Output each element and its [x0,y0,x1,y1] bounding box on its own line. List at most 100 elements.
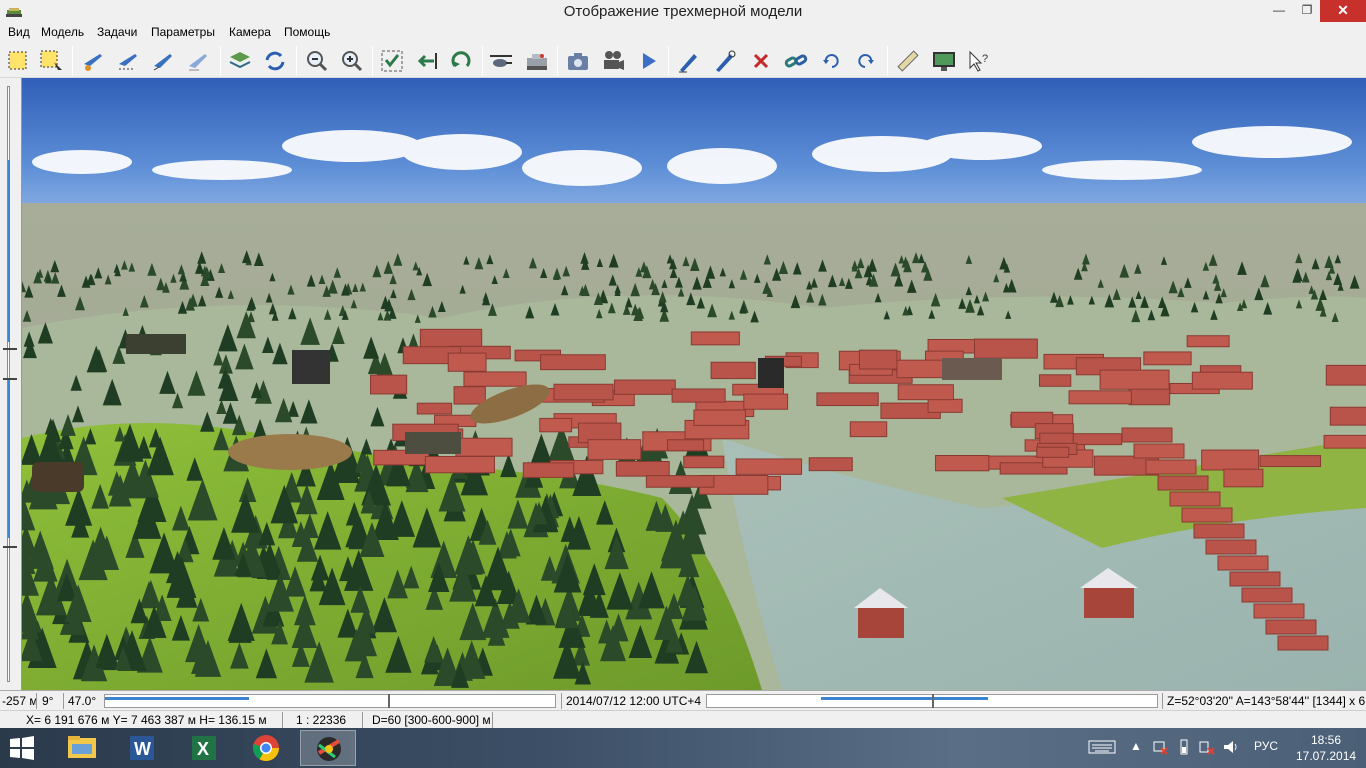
ruler-icon[interactable] [895,48,921,74]
time-slider-thumb[interactable] [388,694,390,708]
building [1191,371,1253,390]
network-icon[interactable] [1152,739,1168,758]
rotate-icon[interactable] [449,48,475,74]
windows-start-icon[interactable] [8,736,36,760]
redo-icon[interactable] [853,48,879,74]
building [667,439,705,452]
altitude-ruler[interactable] [0,78,22,690]
building [1241,587,1293,603]
menu-camera[interactable]: Камера [227,25,273,39]
refresh-icon[interactable] [262,48,288,74]
time-slider[interactable] [104,694,556,708]
battery-icon[interactable] [1176,739,1192,758]
language-indicator[interactable]: РУС [1254,739,1278,753]
map3d-app-icon[interactable] [300,730,356,766]
toolbar-separator [887,46,888,76]
maximize-button[interactable]: ❐ [1292,0,1322,22]
vehicle-icon[interactable] [524,48,550,74]
building [1099,369,1170,390]
close-button[interactable]: ✕ [1320,0,1366,22]
building [858,349,898,370]
plane-land-icon[interactable] [185,48,211,74]
move-left-icon[interactable] [414,48,440,74]
building [743,393,789,410]
altitude-marker[interactable] [3,348,17,350]
building [424,456,495,474]
scale-readout: 1 : 22336 [296,713,347,727]
helicopter-icon[interactable] [488,48,514,74]
status-separator [1162,693,1163,709]
altitude-ruler-fill [8,378,10,538]
delete-icon[interactable] [748,48,774,74]
link-icon[interactable] [783,48,809,74]
building [522,462,575,478]
terrain-scene[interactable] [22,78,1366,690]
menu-bar: Вид Модель Задачи Параметры Камера Помощ… [0,24,1366,42]
3d-viewport[interactable] [22,78,1366,690]
building [1068,390,1132,405]
keyboard-icon[interactable] [1088,739,1116,758]
undo-icon[interactable] [818,48,844,74]
building [587,439,642,460]
camera-icon[interactable] [565,48,591,74]
building [370,374,408,395]
menu-help[interactable]: Помощь [282,25,332,39]
check-view-icon[interactable] [379,48,405,74]
tray-expand-icon[interactable]: ▲ [1130,739,1142,753]
toolbar-separator [296,46,297,76]
plane-grid-icon[interactable] [115,48,141,74]
plane-gear-icon[interactable] [80,48,106,74]
select-area-icon[interactable] [38,48,64,74]
building [1223,468,1264,488]
layers-icon[interactable] [227,48,253,74]
altitude-marker[interactable] [3,378,17,380]
building [1157,475,1209,491]
volume-icon[interactable] [1222,739,1240,758]
pen-edit-icon[interactable] [712,48,738,74]
file-explorer-icon[interactable] [54,730,110,766]
svg-text:W: W [134,739,151,759]
building [645,475,715,488]
video-camera-icon[interactable] [600,48,626,74]
view-slider-thumb[interactable] [932,694,934,708]
orientation-readout: Z=52°03'20'' A=143°58'44'' [1344] x 611 [1167,694,1366,708]
coordinates-readout: X= 6 191 676 м Y= 7 463 387 м H= 136.15 … [26,713,267,727]
minimize-button[interactable]: — [1264,0,1294,22]
plane-takeoff-icon[interactable] [150,48,176,74]
menu-model[interactable]: Модель [39,25,86,39]
play-icon[interactable] [635,48,661,74]
altitude-marker[interactable] [3,546,17,548]
building [540,354,606,371]
clock[interactable]: 18:56 17.07.2014 [1296,732,1356,764]
building [1329,406,1366,426]
building [1186,335,1230,348]
status-bar: -257 м 9° 47.0° 2014/07/12 12:00 UTC+4 Z… [0,690,1366,710]
zoom-out-icon[interactable] [304,48,330,74]
chrome-icon[interactable] [238,730,294,766]
wifi-icon[interactable] [1198,739,1216,758]
toolbar-separator [372,46,373,76]
building [615,461,670,477]
zoom-in-icon[interactable] [339,48,365,74]
pen-icon[interactable] [676,48,702,74]
window-title: Отображение трехмерной модели [563,3,803,20]
building [455,437,513,457]
monitor-icon[interactable] [931,48,957,74]
toolbar-separator [482,46,483,76]
excel-icon[interactable]: X [176,730,232,766]
view-slider[interactable] [706,694,1158,708]
select-rect-icon[interactable] [5,48,31,74]
menu-view[interactable]: Вид [6,25,32,39]
building [419,328,483,349]
building [927,398,963,413]
building [1128,388,1171,406]
menu-parameters[interactable]: Параметры [149,25,217,39]
menu-tasks[interactable]: Задачи [95,25,139,39]
help-pointer-icon[interactable]: ? [966,48,992,74]
status-separator [36,693,37,709]
building [539,417,573,433]
word-icon[interactable]: W [114,730,170,766]
tilt-readout: 9° [42,694,54,708]
taskbar: W X ▲ РУС 18:56 17.07.2014 [0,728,1366,768]
toolbar-separator [220,46,221,76]
